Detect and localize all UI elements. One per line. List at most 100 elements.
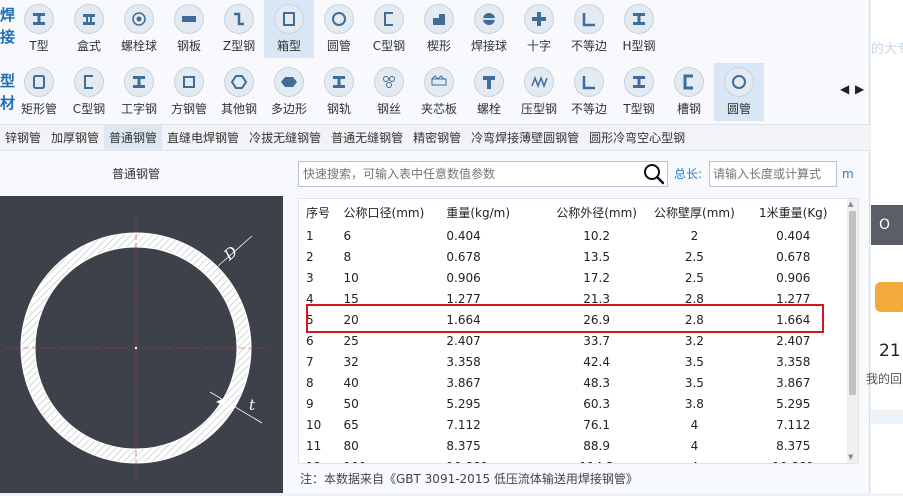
tool-label: T型 xyxy=(29,39,49,53)
tool-bolt[interactable]: 螺栓 xyxy=(464,63,514,121)
table-cell: 3.5 xyxy=(684,354,704,369)
tool-square-tube[interactable]: 方钢管 xyxy=(164,63,214,121)
tool-label: 不等边 xyxy=(570,39,607,53)
table-cell: 0.404 xyxy=(776,228,811,243)
tool-round-tube[interactable]: 圆管 xyxy=(314,0,364,58)
tool-label: 不等边 xyxy=(570,102,607,116)
table-scrollbar[interactable]: ▲ ▼ xyxy=(847,199,858,463)
tool-h-steel[interactable]: H型钢 xyxy=(614,0,664,58)
tool-box-type[interactable]: 箱型 xyxy=(264,0,314,58)
c-steel-icon xyxy=(74,67,104,97)
table-cell: 6 xyxy=(343,228,352,243)
length-input[interactable] xyxy=(709,161,837,187)
column-header[interactable]: 1米重量(Kg) xyxy=(739,199,847,225)
tab-item[interactable]: 精密钢管 xyxy=(408,125,466,150)
column-header[interactable]: 公称外径(mm) xyxy=(543,199,650,225)
column-header[interactable]: 序号 xyxy=(299,199,336,225)
bolt-ball-icon xyxy=(124,4,154,34)
tool-label: 焊接球 xyxy=(470,39,507,53)
tool-t-steel[interactable]: T型钢 xyxy=(614,63,664,121)
tool-i-beam[interactable]: 工字钢 xyxy=(114,63,164,121)
column-header[interactable]: 重量(kg/m) xyxy=(434,199,544,225)
tab-item[interactable]: 加厚钢管 xyxy=(46,125,104,150)
tool-label: 楔形 xyxy=(426,39,451,53)
tool-channel[interactable]: 槽钢 xyxy=(664,63,714,121)
tab-item[interactable]: 冷弯焊接薄壁圆钢管 xyxy=(466,125,584,150)
table-row[interactable]: 6 25 2.407 33.7 3.2 2.407 xyxy=(299,330,847,351)
scrollbar-thumb[interactable] xyxy=(849,211,856,395)
tool-t-section[interactable]: T型 xyxy=(14,0,64,58)
search-icon[interactable] xyxy=(641,162,667,186)
cross-icon xyxy=(524,4,554,34)
tool-label: C型钢 xyxy=(372,39,406,53)
weld-toolbar: T型 盒式 螺栓球 钢板 Z型钢 箱型 圆管 C型钢 楔形 焊接球 十字 不等边 H型钢 xyxy=(14,0,664,60)
tool-box-section[interactable]: 盒式 xyxy=(64,0,114,58)
unequal-angle-icon xyxy=(574,67,604,97)
table-row[interactable]: 7 32 3.358 42.4 3.5 3.358 xyxy=(299,351,847,372)
toolbar-nav-arrows[interactable]: ◀ ▶ xyxy=(840,82,865,96)
chat-icon[interactable] xyxy=(875,282,903,312)
wire-icon xyxy=(374,67,404,97)
round-tube-icon xyxy=(324,4,354,34)
tab-item[interactable]: 冷拔无缝钢管 xyxy=(244,125,326,150)
length-unit: m xyxy=(842,167,854,181)
rail-icon xyxy=(324,67,354,97)
tool-unequal[interactable]: 不等边 xyxy=(564,0,614,58)
tool-label: 槽钢 xyxy=(676,102,701,116)
tool-unequal-angle[interactable]: 不等边 xyxy=(564,63,614,121)
tool-profiled-steel[interactable]: 压型钢 xyxy=(514,63,564,121)
tool-c-steel[interactable]: C型钢 xyxy=(64,63,114,121)
table-cell: 7.112 xyxy=(776,417,811,432)
tool-label: 矩形管 xyxy=(20,102,57,116)
column-header[interactable]: 公称壁厚(mm) xyxy=(649,199,740,225)
table-row[interactable]: 3 10 0.906 17.2 2.5 0.906 xyxy=(299,267,847,288)
tab-item[interactable]: 锌钢管 xyxy=(0,125,46,150)
round-tube-icon xyxy=(724,67,754,97)
tool-label: Z型钢 xyxy=(222,39,256,53)
tool-round-tube[interactable]: 圆管 xyxy=(714,63,764,121)
table-row[interactable]: 8 40 3.867 48.3 3.5 3.867 xyxy=(299,372,847,393)
table-cell: 11 xyxy=(306,438,322,453)
tool-label: 工字钢 xyxy=(120,102,157,116)
tool-other-steel[interactable]: 其他钢 xyxy=(214,63,264,121)
tab-item[interactable]: 直缝电焊钢管 xyxy=(162,125,244,150)
table-row[interactable]: 2 8 0.678 13.5 2.5 0.678 xyxy=(299,246,847,267)
tool-sandwich-panel[interactable]: 夹芯板 xyxy=(414,63,464,121)
tool-steel-plate[interactable]: 钢板 xyxy=(164,0,214,58)
tool-z-steel[interactable]: Z型钢 xyxy=(214,0,264,58)
tool-wedge[interactable]: 楔形 xyxy=(414,0,464,58)
left-panel-title: 普通钢管 xyxy=(111,167,160,181)
table-row[interactable]: 1 6 0.404 10.2 2 0.404 xyxy=(299,225,847,246)
scroll-up-icon[interactable]: ▲ xyxy=(848,200,853,208)
table-cell: 2 xyxy=(690,228,699,243)
column-header[interactable]: 公称口径(mm) xyxy=(335,199,435,225)
table-row[interactable]: 11 80 8.375 88.9 4 8.375 xyxy=(299,435,847,456)
table-row[interactable]: 9 50 5.295 60.3 3.8 5.295 xyxy=(299,393,847,414)
table-cell: 8.375 xyxy=(446,438,481,453)
tool-bolt-ball[interactable]: 螺栓球 xyxy=(114,0,164,58)
table-cell: 4 xyxy=(690,417,699,432)
table-cell: 13.5 xyxy=(583,249,610,264)
tool-rail[interactable]: 钢轨 xyxy=(314,63,364,121)
side-tab[interactable]: O xyxy=(871,205,903,245)
tab-item[interactable]: 圆形冷弯空心型钢 xyxy=(584,125,690,150)
box-type-icon xyxy=(274,4,304,34)
side-panel: 的大专 O 21 我的回 xyxy=(866,0,903,493)
tool-welded-ball[interactable]: 焊接球 xyxy=(464,0,514,58)
profiled-steel-icon xyxy=(524,67,554,97)
tool-c-steel[interactable]: C型钢 xyxy=(364,0,414,58)
search-input[interactable] xyxy=(299,162,641,186)
tab-item[interactable]: 普通无缝钢管 xyxy=(326,125,408,150)
table-row[interactable]: 10 65 7.112 76.1 4 7.112 xyxy=(299,414,847,435)
rect-tube-icon xyxy=(24,67,54,97)
tool-cross[interactable]: 十字 xyxy=(514,0,564,58)
length-label: 总长: xyxy=(674,167,703,181)
tool-wire[interactable]: 钢丝 xyxy=(364,63,414,121)
tab-item[interactable]: 普通钢管 xyxy=(104,125,163,150)
table-cell: 0.678 xyxy=(446,249,481,264)
tool-rect-tube[interactable]: 矩形管 xyxy=(14,63,64,121)
table-row[interactable]: 1210010.881114.3410.881 xyxy=(299,456,847,464)
scroll-down-icon[interactable]: ▼ xyxy=(848,453,853,461)
side-divider xyxy=(871,410,903,424)
tool-polygon[interactable]: 多边形 xyxy=(264,63,314,121)
